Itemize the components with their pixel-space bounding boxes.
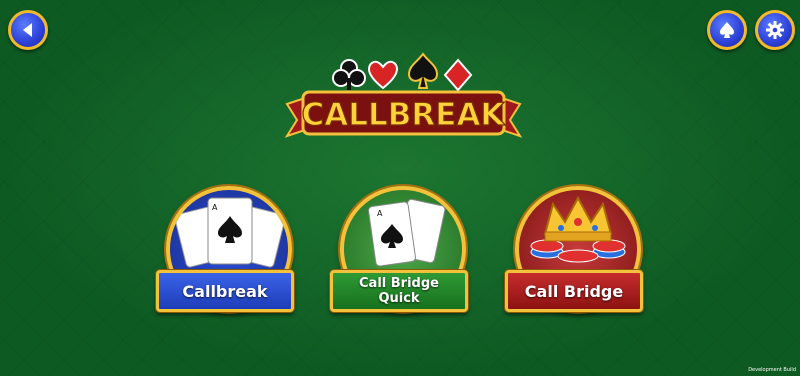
svg-text:A: A xyxy=(212,203,218,212)
back-button[interactable] xyxy=(8,10,48,50)
call-bridge-label: Call Bridge xyxy=(524,281,624,301)
development-build-label: Development Build xyxy=(748,367,796,373)
call-bridge-quick-button[interactable]: Call Bridge Quick xyxy=(330,270,468,312)
quick-label-line1: Call Bridge xyxy=(359,276,439,291)
heart-icon xyxy=(367,60,399,90)
logo-text: CALLBREAK xyxy=(302,97,506,133)
svg-text:A: A xyxy=(377,209,383,218)
callbreak-button[interactable]: Callbreak xyxy=(156,270,294,312)
spade-button[interactable] xyxy=(707,10,747,50)
back-arrow-icon xyxy=(23,23,32,37)
callbreak-logo: CALLBREAK xyxy=(284,52,523,138)
diamond-icon xyxy=(443,58,473,92)
settings-button[interactable] xyxy=(755,10,795,50)
quick-label-line2: Quick xyxy=(378,291,420,306)
club-icon xyxy=(332,59,366,90)
gear-icon xyxy=(766,21,784,39)
call-bridge-button[interactable]: Call Bridge xyxy=(505,270,643,312)
spade-icon xyxy=(720,22,734,38)
mode-call-bridge-quick[interactable]: A Call Bridge Quick xyxy=(330,186,470,326)
spade-suit-icon xyxy=(407,52,439,89)
callbreak-label: Callbreak xyxy=(182,281,268,301)
mode-call-bridge[interactable]: Call Bridge xyxy=(505,186,645,326)
mode-callbreak[interactable]: A Callbreak xyxy=(156,186,296,326)
